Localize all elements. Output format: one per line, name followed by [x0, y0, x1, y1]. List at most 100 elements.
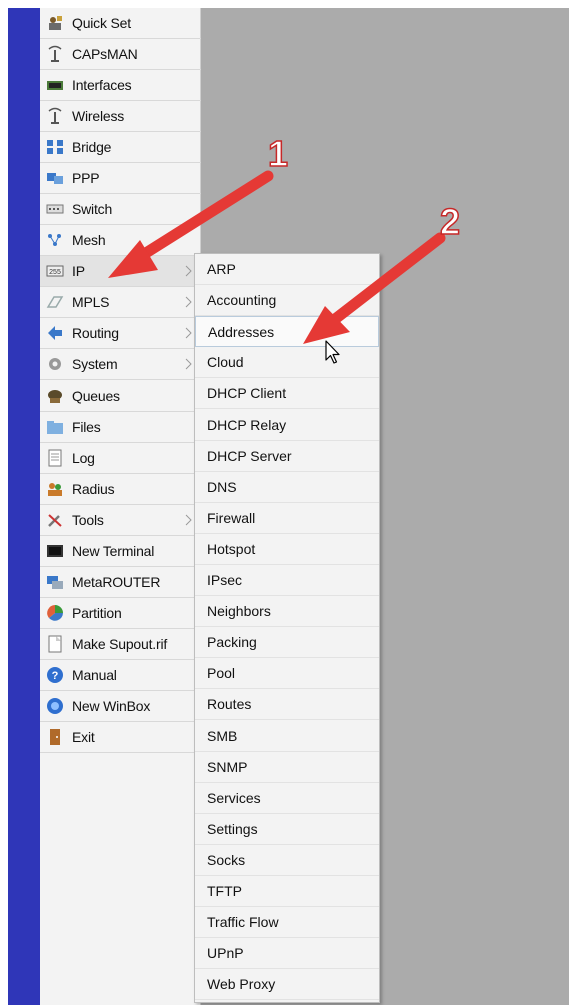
menu-item-queues[interactable]: Queues: [40, 381, 201, 412]
submenu-item-socks[interactable]: Socks: [195, 845, 379, 876]
svg-text:?: ?: [52, 670, 59, 682]
submenu-item-traffic-flow[interactable]: Traffic Flow: [195, 907, 379, 939]
menu-item-log[interactable]: Log: [40, 443, 201, 474]
submenu-item-snmp[interactable]: SNMP: [195, 752, 379, 783]
submenu-item-dhcp-relay[interactable]: DHCP Relay: [195, 410, 379, 441]
bridge-icon: [45, 138, 65, 156]
menu-item-label: Switch: [72, 201, 113, 217]
radius-icon: [45, 480, 65, 498]
menu-item-label: MPLS: [72, 294, 110, 310]
queues-icon: [45, 387, 65, 405]
submenu-item-addresses[interactable]: Addresses: [195, 316, 379, 348]
menu-item-metarouter[interactable]: MetaROUTER: [40, 567, 201, 598]
menu-item-label: Partition: [72, 605, 122, 621]
ip-icon: 255: [45, 262, 65, 280]
menu-item-label: CAPsMAN: [72, 46, 138, 62]
quickset-icon: [45, 14, 65, 32]
menu-item-new-winbox[interactable]: New WinBox: [40, 691, 201, 722]
system-gear-icon: [45, 355, 65, 373]
submenu-item-dhcp-server[interactable]: DHCP Server: [195, 441, 379, 472]
menu-item-label: PPP: [72, 170, 100, 186]
wireless-icon: [45, 107, 65, 125]
menu-item-label: Log: [72, 450, 95, 466]
menu-item-label: Manual: [72, 667, 117, 683]
menu-item-manual[interactable]: ? Manual: [40, 660, 201, 691]
interfaces-icon: [45, 76, 65, 94]
submenu-arrow-icon: [185, 326, 193, 339]
menu-item-wireless[interactable]: Wireless: [40, 101, 201, 132]
menu-item-label: New Terminal: [72, 543, 155, 559]
submenu-item-settings[interactable]: Settings: [195, 814, 379, 845]
submenu-item-cloud[interactable]: Cloud: [195, 347, 379, 379]
menu-item-label: MetaROUTER: [72, 574, 161, 590]
partition-icon: [45, 604, 65, 622]
menu-item-label: Queues: [72, 388, 120, 404]
folder-icon: [45, 418, 65, 436]
submenu-item-tftp[interactable]: TFTP: [195, 876, 379, 907]
menu-item-label: Make Supout.rif: [72, 636, 168, 652]
exit-door-icon: [45, 728, 65, 746]
metarouter-icon: [45, 573, 65, 591]
routing-icon: [45, 324, 65, 342]
submenu-item-pool[interactable]: Pool: [195, 658, 379, 690]
submenu-item-dhcp-client[interactable]: DHCP Client: [195, 378, 379, 410]
menu-item-bridge[interactable]: Bridge: [40, 132, 201, 163]
menu-item-mpls[interactable]: MPLS: [40, 287, 201, 318]
menu-item-label: Tools: [72, 512, 104, 528]
menu-item-label: Interfaces: [72, 77, 132, 93]
submenu-item-smb[interactable]: SMB: [195, 721, 379, 752]
menu-item-label: Wireless: [72, 108, 125, 124]
menu-item-make-supout-rif[interactable]: Make Supout.rif: [40, 629, 201, 660]
menu-item-files[interactable]: Files: [40, 412, 201, 443]
menu-item-quick-set[interactable]: Quick Set: [40, 8, 201, 39]
menu-item-ip[interactable]: 255 IP: [40, 256, 201, 287]
main-menu: Quick Set CAPsMAN Interfaces Wireless Bridge…: [40, 8, 201, 1005]
menu-item-switch[interactable]: Switch: [40, 194, 201, 225]
annotation-number-2: 2: [439, 201, 461, 242]
menu-item-ppp[interactable]: PPP: [40, 163, 201, 194]
submenu-item-firewall[interactable]: Firewall: [195, 503, 379, 534]
menu-item-partition[interactable]: Partition: [40, 598, 201, 629]
menu-item-tools[interactable]: Tools: [40, 505, 201, 536]
ip-submenu: ARP Accounting Addresses Cloud DHCP Client DH…: [194, 253, 380, 1003]
winbox-icon: [45, 697, 65, 715]
log-icon: [45, 449, 65, 467]
menu-item-radius[interactable]: Radius: [40, 474, 201, 505]
submenu-item-dns[interactable]: DNS: [195, 472, 379, 503]
submenu-item-ipsec[interactable]: IPsec: [195, 565, 379, 596]
annotation-number-1: 1: [267, 133, 289, 174]
menu-item-label: New WinBox: [72, 698, 151, 714]
menu-item-system[interactable]: System: [40, 349, 201, 380]
submenu-item-routes[interactable]: Routes: [195, 689, 379, 721]
submenu-item-web-proxy[interactable]: Web Proxy: [195, 969, 379, 1001]
menu-item-capsman[interactable]: CAPsMAN: [40, 39, 201, 70]
svg-text:255: 255: [49, 269, 61, 276]
menu-item-label: Files: [72, 419, 101, 435]
submenu-item-neighbors[interactable]: Neighbors: [195, 596, 379, 628]
menu-item-interfaces[interactable]: Interfaces: [40, 70, 201, 101]
submenu-item-arp[interactable]: ARP: [195, 254, 379, 285]
menu-item-label: System: [72, 356, 118, 372]
menu-item-label: Routing: [72, 325, 119, 341]
submenu-item-upnp[interactable]: UPnP: [195, 938, 379, 970]
menu-item-label: IP: [72, 263, 85, 279]
tools-icon: [45, 511, 65, 529]
menu-item-label: Bridge: [72, 139, 112, 155]
help-icon: ?: [45, 666, 65, 684]
menu-item-exit[interactable]: Exit: [40, 722, 201, 753]
menu-item-routing[interactable]: Routing: [40, 318, 201, 349]
submenu-arrow-icon: [185, 264, 193, 277]
menu-item-new-terminal[interactable]: New Terminal: [40, 536, 201, 567]
submenu-arrow-icon: [185, 513, 193, 526]
submenu-item-hotspot[interactable]: Hotspot: [195, 534, 379, 565]
mesh-icon: [45, 231, 65, 249]
menu-item-mesh[interactable]: Mesh: [40, 225, 201, 256]
left-vertical-bar: [8, 8, 40, 1005]
mpls-icon: [45, 293, 65, 311]
supout-file-icon: [45, 635, 65, 653]
ppp-icon: [45, 169, 65, 187]
menu-item-label: Radius: [72, 481, 115, 497]
submenu-item-accounting[interactable]: Accounting: [195, 285, 379, 317]
submenu-item-packing[interactable]: Packing: [195, 627, 379, 659]
submenu-item-services[interactable]: Services: [195, 783, 379, 814]
